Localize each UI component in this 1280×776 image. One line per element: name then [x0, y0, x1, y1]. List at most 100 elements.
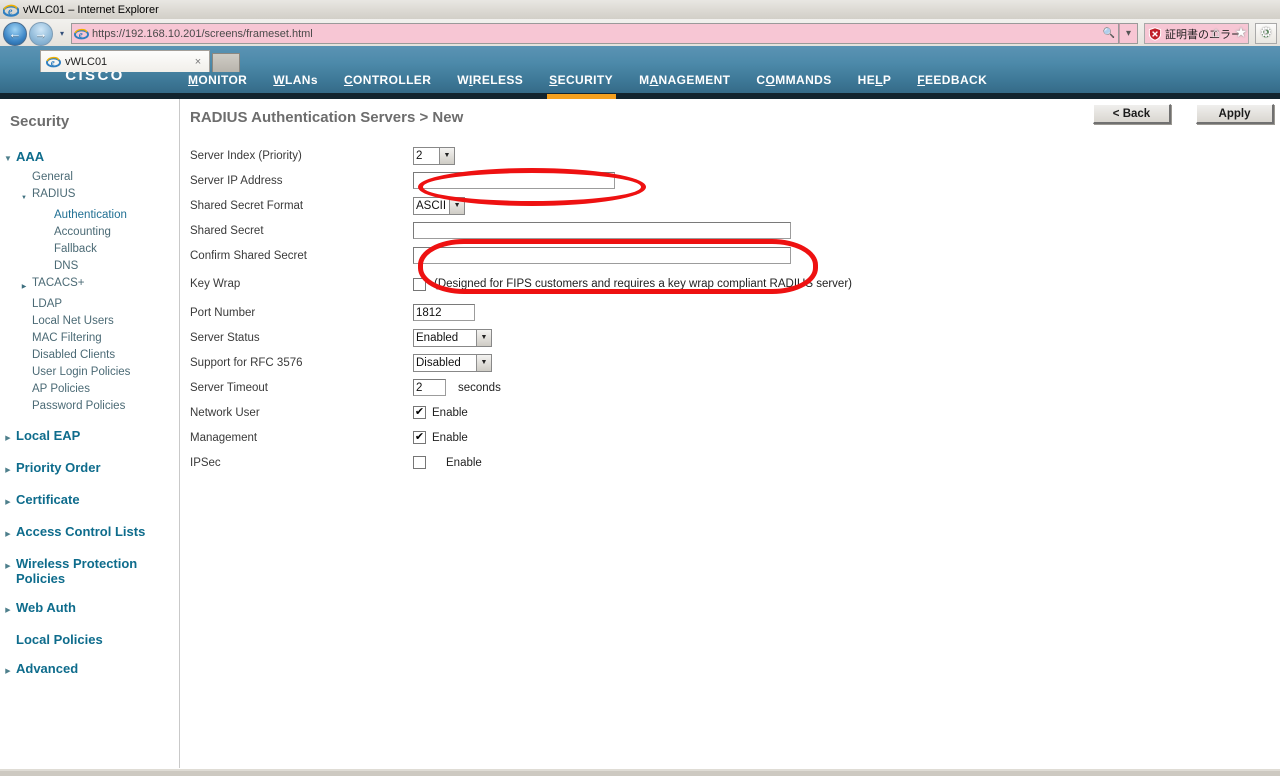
nav-feedback[interactable]: FEEDBACK [917, 73, 987, 89]
chevron-right-icon [0, 492, 16, 510]
page-title: RADIUS Authentication Servers > New [190, 109, 464, 126]
sidebar-item-label: MAC Filtering [32, 332, 102, 344]
caret-spacer [16, 382, 32, 384]
sidebar-item-tacacs[interactable]: TACACS+ [0, 275, 179, 296]
sidebar-item-label: AAA [16, 149, 45, 164]
nav-monitor[interactable]: MONITOR [188, 73, 247, 89]
home-icon[interactable]: ⌂ [1207, 23, 1225, 41]
back-button[interactable]: < Back [1093, 104, 1171, 124]
sidebar-item-ldap[interactable]: LDAP [0, 296, 179, 313]
address-bar[interactable]: e https://192.168.10.201/screens/framese… [71, 23, 1100, 44]
sidebar-item-authentication[interactable]: Authentication [0, 207, 179, 224]
sidebar-item-label: Disabled Clients [32, 349, 116, 361]
field-row-shared-secret-format: Shared Secret Format ASCII ▼ [190, 193, 1280, 218]
server-index-select[interactable]: 2 ▼ [413, 146, 455, 165]
sidebar-item-general[interactable]: General [0, 169, 179, 186]
sidebar-item-local-net-users[interactable]: Local Net Users [0, 313, 179, 330]
sidebar-item-label: Local EAP [16, 428, 81, 443]
sidebar-item-fallback[interactable]: Fallback [0, 241, 179, 258]
sidebar-item-wireless-protection-policies[interactable]: Wireless Protection Policies [0, 555, 179, 587]
management-checkbox[interactable] [413, 431, 426, 444]
shared-secret-label: Shared Secret [190, 224, 264, 237]
chevron-down-icon: ▾ [59, 29, 64, 38]
browser-tab[interactable]: e vWLC01 × [40, 50, 210, 72]
forward-arrow-icon: → [34, 26, 48, 41]
nav-management[interactable]: MANAGEMENT [639, 73, 730, 89]
favorites-star-icon[interactable]: ★ [1232, 23, 1250, 41]
shared-secret-input[interactable] [413, 222, 791, 239]
ipsec-label: IPSec [190, 456, 221, 469]
chevron-right-icon [0, 600, 16, 618]
caret-spacer [16, 399, 32, 401]
new-tab-button[interactable] [212, 53, 240, 72]
sidebar-item-local-eap[interactable]: Local EAP [0, 427, 179, 447]
caret-spacer [16, 314, 32, 316]
ipsec-enable-label: Enable [446, 456, 482, 469]
sidebar-item-label: Access Control Lists [16, 524, 146, 539]
key-wrap-checkbox[interactable] [413, 277, 426, 291]
sidebar-item-accounting[interactable]: Accounting [0, 224, 179, 241]
sidebar-item-web-auth[interactable]: Web Auth [0, 599, 179, 619]
sidebar-item-label: Accounting [54, 226, 111, 238]
server-timeout-label: Server Timeout [190, 381, 268, 394]
sidebar-item-local-policies[interactable]: Local Policies [0, 631, 179, 648]
shared-secret-format-select[interactable]: ASCII ▼ [413, 196, 466, 215]
sidebar-item-label: RADIUS [32, 188, 76, 200]
sidebar-item-label: Web Auth [16, 600, 76, 615]
svg-text:e: e [8, 6, 13, 17]
sidebar-item-dns[interactable]: DNS [0, 258, 179, 275]
forward-button[interactable]: → [29, 21, 53, 46]
shared-secret-format-value: ASCII [416, 199, 447, 212]
confirm-shared-secret-input[interactable] [413, 247, 791, 264]
sidebar-item-certificate[interactable]: Certificate [0, 491, 179, 511]
rfc3576-select[interactable]: Disabled ▼ [413, 353, 492, 372]
nav-wireless[interactable]: WIRELESS [457, 73, 523, 89]
sidebar-item-mac-filtering[interactable]: MAC Filtering [0, 330, 179, 347]
sidebar-item-advanced[interactable]: Advanced [0, 660, 179, 680]
ipsec-checkbox[interactable] [413, 456, 426, 469]
recent-pages-dropdown[interactable]: ▾ [55, 29, 69, 38]
sidebar-item-priority-order[interactable]: Priority Order [0, 459, 179, 479]
field-row-ipsec: IPSec Enable [190, 450, 1280, 475]
server-ip-input[interactable] [413, 172, 615, 189]
search-icon[interactable]: 🔍 [1100, 23, 1119, 44]
field-row-port-number: Port Number [190, 300, 1280, 325]
sidebar-item-disabled-clients[interactable]: Disabled Clients [0, 347, 179, 364]
caret-spacer [16, 348, 32, 350]
close-icon[interactable]: × [191, 56, 205, 68]
apply-button[interactable]: Apply [1196, 104, 1274, 124]
sidebar-item-aaa[interactable]: AAA [0, 148, 179, 167]
address-dropdown-icon[interactable]: ▾ [1119, 23, 1138, 44]
server-timeout-unit: seconds [458, 381, 501, 394]
sidebar-item-label: User Login Policies [32, 366, 131, 378]
sidebar-item-radius[interactable]: RADIUS [0, 186, 179, 207]
nav-commands[interactable]: COMMANDS [756, 73, 831, 89]
sidebar-item-label: Authentication [54, 209, 127, 221]
server-timeout-input[interactable] [413, 379, 446, 396]
sidebar-item-password-policies[interactable]: Password Policies [0, 398, 179, 415]
management-label: Management [190, 431, 258, 444]
server-status-select[interactable]: Enabled ▼ [413, 328, 492, 347]
caret-spacer [16, 170, 32, 172]
port-number-input[interactable] [413, 304, 475, 321]
nav-wlans[interactable]: WLANs [273, 73, 318, 89]
tab-favicon-icon: e [46, 54, 61, 69]
nav-security[interactable]: SECURITY [549, 73, 613, 89]
browser-toolbar-icons: ⌂ ★ ⚙ [1207, 23, 1275, 41]
address-bar-group: e https://192.168.10.201/screens/framese… [71, 23, 1138, 44]
nav-controller[interactable]: CONTROLLER [344, 73, 431, 89]
main-navigation: MONITOR WLANs CONTROLLER WIRELESS SECURI… [188, 73, 987, 89]
network-user-enable-label: Enable [432, 406, 468, 419]
sidebar-item-user-login-policies[interactable]: User Login Policies [0, 364, 179, 381]
back-button[interactable]: ← [3, 21, 27, 46]
chevron-right-icon [0, 661, 16, 679]
field-row-key-wrap: Key Wrap (Designed for FIPS customers an… [190, 268, 1280, 300]
server-status-label: Server Status [190, 331, 260, 344]
sidebar-item-ap-policies[interactable]: AP Policies [0, 381, 179, 398]
caret-spacer [16, 297, 32, 299]
nav-help[interactable]: HELP [858, 73, 892, 89]
sidebar-item-access-control-lists[interactable]: Access Control Lists [0, 523, 179, 543]
network-user-checkbox[interactable] [413, 406, 426, 419]
back-arrow-icon: ← [8, 26, 22, 41]
settings-gear-icon[interactable]: ⚙ [1257, 23, 1275, 41]
